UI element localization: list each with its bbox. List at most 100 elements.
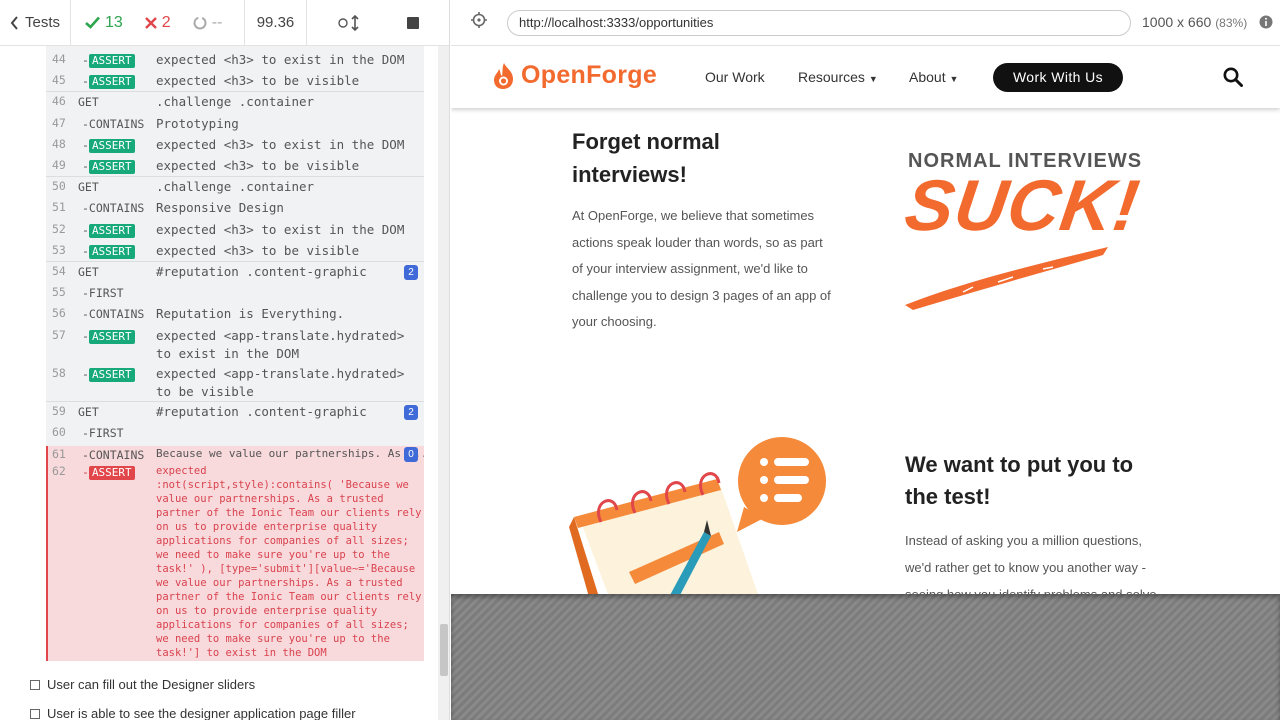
flame-logo-icon: [491, 62, 517, 90]
element-count-badge: 2: [404, 404, 418, 420]
nav-resources[interactable]: Resources ▼: [798, 69, 878, 85]
command-message-line: expected <app-translate.hydrated>: [156, 327, 405, 343]
viewport-dimensions: 1000 x 660: [1142, 14, 1212, 30]
command-row[interactable]: 58 - ASSERT expected <app-translate.hydrate…: [46, 364, 424, 402]
info-icon[interactable]: [1259, 15, 1273, 29]
command-dash: -: [82, 243, 89, 258]
command-row[interactable]: 49 - ASSERT expected <h3> to be visible: [46, 156, 424, 177]
section-body: Instead of asking you a million question…: [905, 533, 1156, 594]
test-reporter-panel: Tests 13 2 -- 99.36 44 - ASSERT expected…: [0, 0, 450, 720]
auto-scroll-toggle-icon[interactable]: [338, 14, 362, 31]
nav-our-work[interactable]: Our Work: [705, 69, 765, 85]
command-number: 58: [52, 365, 66, 380]
command-row[interactable]: 56 -CONTAINS Reputation is Everything.: [46, 304, 424, 325]
selector-playground-crosshair-icon[interactable]: [471, 12, 487, 28]
section-body: At OpenForge, we believe that sometimes …: [572, 208, 831, 329]
command-dash: -: [82, 465, 89, 479]
command-number: 53: [52, 242, 66, 257]
command-name: GET: [78, 95, 99, 110]
assert-badge: ASSERT: [88, 54, 135, 68]
aut-header: http://localhost:3333/opportunities 1000…: [451, 0, 1280, 46]
url-bar[interactable]: http://localhost:3333/opportunities: [507, 10, 1131, 36]
command-message-line: expected <app-translate.hydrated>: [156, 365, 405, 381]
test-title: User can fill out the Designer sliders: [47, 677, 256, 692]
command-name: GET: [78, 180, 99, 195]
duration: 99.36: [245, 0, 307, 45]
command-row[interactable]: 51 -CONTAINS Responsive Design: [46, 198, 424, 219]
command-number: 55: [52, 285, 66, 300]
command-row[interactable]: 45 - ASSERT expected <h3> to be visible: [46, 71, 424, 92]
viewport-size: 1000 x 660 (83%): [1142, 14, 1247, 30]
assert-badge: ASSERT: [88, 367, 135, 382]
caret-down-icon: ▼: [868, 74, 878, 84]
openforge-logo[interactable]: OpenForge: [491, 61, 657, 90]
work-with-us-button[interactable]: Work With Us: [993, 63, 1123, 92]
command-dash: -: [82, 366, 89, 381]
command-name: - ASSERT: [82, 465, 135, 480]
error-line: on us to provide enterprise quality: [156, 605, 378, 617]
command-row[interactable]: 54 GET #reputation .content-graphic 2: [46, 262, 424, 283]
command-number: 61: [52, 447, 66, 461]
command-row[interactable]: 55 -FIRST: [46, 283, 424, 304]
command-message: Because we value our partnerships. As ..…: [156, 447, 424, 460]
command-separator: [46, 91, 424, 93]
command-number: 56: [52, 306, 66, 321]
command-number: 50: [52, 179, 66, 194]
test-item[interactable]: User is able to see the designer applica…: [30, 706, 356, 720]
command-message-line: to be visible: [156, 383, 254, 399]
test-status-box-icon: [30, 679, 40, 690]
command-number: 62: [52, 464, 66, 478]
nav-about[interactable]: About ▼: [909, 69, 958, 85]
command-message: expected <h3> to be visible: [156, 242, 360, 258]
section-title: We want to put you to the test!: [905, 452, 1134, 509]
error-line: value our partnerships. As a trusted: [156, 493, 384, 505]
error-line: applications for companies of all sizes;: [156, 535, 409, 547]
assert-badge: ASSERT: [88, 244, 135, 259]
error-line: partner of the Ionic Team our clients re…: [156, 507, 422, 519]
command-row[interactable]: 52 - ASSERT expected <h3> to exist in the D…: [46, 220, 424, 241]
command-row[interactable]: 46 GET .challenge .container: [46, 92, 424, 113]
command-dash: -: [82, 328, 89, 343]
tests-back-button[interactable]: Tests: [0, 0, 71, 45]
reporter-scrollbar[interactable]: [438, 46, 449, 720]
command-name: -CONTAINS: [82, 307, 145, 322]
reporter-controls: [307, 0, 449, 45]
command-name: - ASSERT: [82, 329, 135, 344]
command-name: - ASSERT: [82, 159, 135, 174]
command-row[interactable]: 48 - ASSERT expected <h3> to exist in the D…: [46, 135, 424, 156]
command-row[interactable]: 44 - ASSERT expected <h3> to exist in the D…: [46, 50, 424, 71]
assert-badge: ASSERT: [88, 75, 135, 90]
nav-resources-label: Resources: [798, 69, 865, 85]
error-line: we value our partnerships. As a trusted: [156, 577, 403, 589]
command-name: - ASSERT: [82, 244, 135, 259]
error-line: task!'] to exist in the DOM: [156, 647, 327, 659]
command-row[interactable]: 59 GET #reputation .content-graphic 2: [46, 402, 424, 423]
logo-text: OpenForge: [521, 61, 658, 89]
command-message-line: to exist in the DOM: [156, 345, 299, 361]
failed-stat: 2: [144, 14, 171, 32]
command-row[interactable]: 57 - ASSERT expected <app-translate.hydrate…: [46, 326, 424, 364]
command-message: expected <h3> to exist in the DOM: [156, 52, 405, 67]
nav-about-label: About: [909, 69, 946, 85]
command-row[interactable]: 50 GET .challenge .container: [46, 177, 424, 198]
error-line: applications for companies of all sizes;: [156, 619, 409, 631]
command-message: .challenge .container: [156, 94, 315, 110]
command-dash: -: [82, 159, 89, 173]
command-name: GET: [78, 404, 99, 419]
command-name: - ASSERT: [82, 223, 135, 238]
assert-badge: ASSERT: [88, 329, 135, 344]
command-message: expected <h3> to be visible: [156, 158, 360, 173]
command-name: - ASSERT: [82, 138, 135, 153]
command-row[interactable]: 60 -FIRST: [46, 423, 424, 444]
error-line: on us to provide enterprise quality: [156, 521, 378, 533]
scrollbar-thumb[interactable]: [440, 624, 448, 676]
tests-label: Tests: [25, 14, 61, 31]
stop-icon[interactable]: [407, 16, 420, 29]
failed-command-group[interactable]: 61 -CONTAINS Because we value our partners…: [46, 446, 424, 661]
search-icon[interactable]: [1223, 67, 1243, 87]
command-number: 46: [52, 94, 66, 109]
test-item[interactable]: User can fill out the Designer sliders: [30, 677, 255, 692]
command-row[interactable]: 53 - ASSERT expected <h3> to be visible: [46, 241, 424, 262]
command-message: expected <h3> to exist in the DOM: [156, 221, 405, 237]
command-row[interactable]: 47 -CONTAINS Prototyping: [46, 114, 424, 135]
